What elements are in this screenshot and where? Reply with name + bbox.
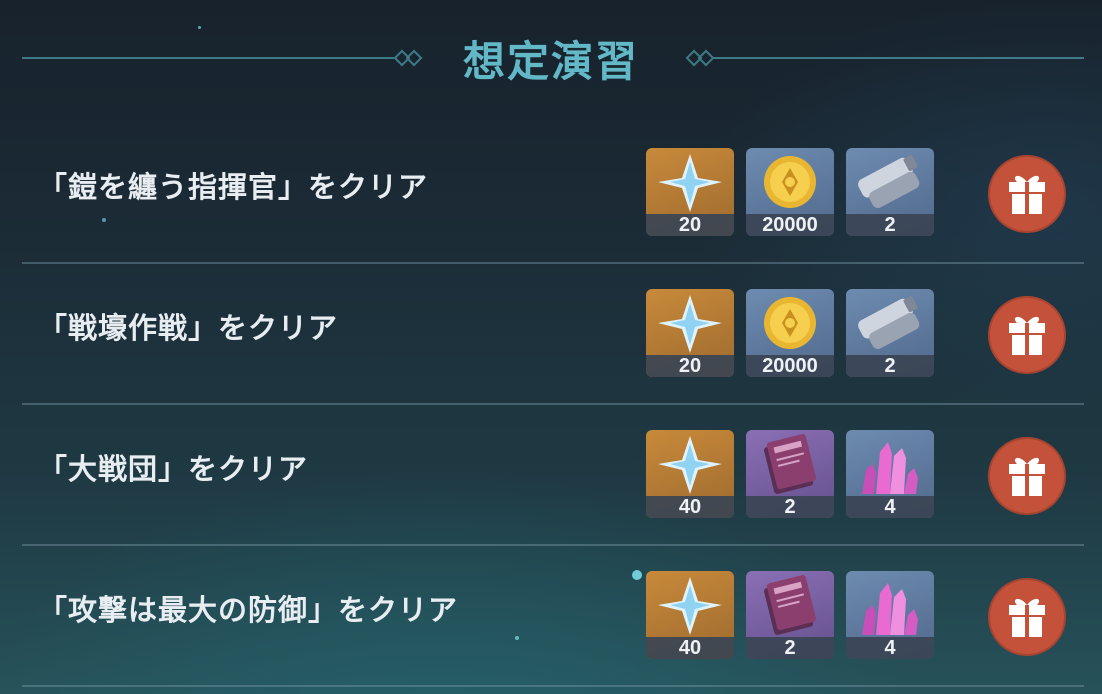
claim-reward-button[interactable] [988,155,1066,233]
reward-quantity: 2 [746,496,834,518]
page-title: 想定演習 [462,37,639,86]
reward-slot-crystal[interactable]: 4 [846,571,934,659]
header-divider-left [22,57,394,59]
header: 想定演習 [0,0,1102,110]
row-divider [22,685,1084,687]
mission-row: 「鎧を纏う指揮官」をクリア 20 20000 2 [0,140,1102,264]
mission-row: 「戦壕作戦」をクリア 20 20000 2 [0,281,1102,405]
reward-slot-crystal[interactable]: 4 [846,430,934,518]
reward-quantity: 20000 [746,214,834,236]
mission-label: 「戦壕作戦」をクリア [38,311,339,345]
claim-reward-button[interactable] [988,578,1066,656]
reward-slot-primogem[interactable]: 20 [646,148,734,236]
reward-slot-mora[interactable]: 20000 [746,148,834,236]
row-divider [22,403,1084,405]
mora-coin-icon [764,297,816,349]
reward-quantity: 40 [646,496,734,518]
primogem-icon [658,577,722,635]
reward-slot-mora[interactable]: 20000 [746,289,834,377]
claim-reward-button[interactable] [988,437,1066,515]
header-divider-right [712,57,1084,59]
row-divider [22,262,1084,264]
reward-quantity: 4 [846,637,934,659]
reward-slot-enhancement-ore[interactable]: 2 [846,148,934,236]
mission-label: 「鎧を纏う指揮官」をクリア [38,170,429,204]
reward-quantity: 2 [746,637,834,659]
mission-label: 「大戦団」をクリア [38,452,309,486]
reward-slot-exp-book[interactable]: 2 [746,571,834,659]
crystal-cluster-icon [862,583,918,635]
reward-quantity: 2 [846,214,934,236]
mora-coin-icon [764,156,816,208]
sparkle-decoration [198,26,201,29]
gift-icon [1009,457,1045,496]
mystic-enhancement-ore-icon [858,296,920,349]
reward-quantity: 20 [646,214,734,236]
reward-quantity: 40 [646,637,734,659]
mission-row: 「攻撃は最大の防御」をクリア 40 2 4 [0,563,1102,687]
reward-slot-primogem[interactable]: 20 [646,289,734,377]
gift-icon [1009,175,1045,214]
heros-wit-book-icon [763,575,817,635]
gift-icon [1009,598,1045,637]
claim-reward-button[interactable] [988,296,1066,374]
crystal-cluster-icon [862,442,918,494]
reward-slot-exp-book[interactable]: 2 [746,430,834,518]
primogem-icon [658,436,722,494]
mission-label: 「攻撃は最大の防御」をクリア [38,593,459,627]
reward-quantity: 20 [646,355,734,377]
reward-slot-primogem[interactable]: 40 [646,430,734,518]
primogem-icon [658,295,722,353]
reward-slot-enhancement-ore[interactable]: 2 [846,289,934,377]
reward-slot-primogem[interactable]: 40 [646,571,734,659]
mission-row: 「大戦団」をクリア 40 2 4 [0,422,1102,546]
row-divider [22,544,1084,546]
mystic-enhancement-ore-icon [858,155,920,208]
gift-icon [1009,316,1045,355]
reward-quantity: 2 [846,355,934,377]
heros-wit-book-icon [763,434,817,494]
reward-quantity: 4 [846,496,934,518]
primogem-icon [658,154,722,212]
reward-quantity: 20000 [746,355,834,377]
